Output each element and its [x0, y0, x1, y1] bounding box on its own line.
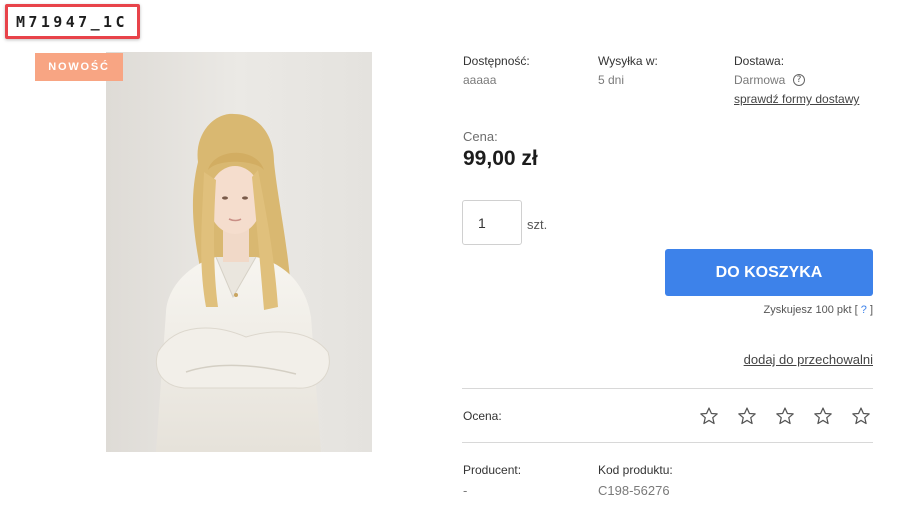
- product-sku: M71947_1C: [16, 12, 128, 31]
- help-icon[interactable]: ?: [793, 74, 805, 86]
- product-photo-illustration: [106, 52, 372, 452]
- availability-value: aaaaa: [463, 73, 497, 87]
- star-icon[interactable]: [849, 404, 873, 428]
- price-label: Cena:: [463, 129, 498, 144]
- star-icon[interactable]: [811, 404, 835, 428]
- loyalty-points: Zyskujesz 100 pkt [ ? ]: [764, 304, 873, 316]
- rating-stars: [697, 404, 873, 428]
- rating-label: Ocena:: [463, 409, 502, 423]
- product-code-value: C198-56276: [598, 483, 670, 498]
- sku-highlight-box: M71947_1C: [5, 4, 140, 39]
- delivery-label: Dostawa:: [734, 54, 785, 68]
- star-icon[interactable]: [735, 404, 759, 428]
- points-help-link[interactable]: ?: [861, 304, 867, 316]
- star-icon[interactable]: [773, 404, 797, 428]
- price-value: 99,00 zł: [463, 147, 538, 170]
- product-code-label: Kod produktu:: [598, 463, 673, 477]
- delivery-options-link[interactable]: sprawdź formy dostawy: [734, 92, 859, 106]
- product-image[interactable]: [106, 52, 372, 452]
- points-text: Zyskujesz 100 pkt [: [763, 304, 858, 316]
- star-icon[interactable]: [697, 404, 721, 428]
- add-to-cart-button[interactable]: DO KOSZYKA: [665, 249, 873, 296]
- availability-label: Dostępność:: [463, 54, 530, 68]
- points-bracket: ]: [869, 304, 873, 316]
- producer-value: -: [463, 483, 468, 498]
- new-badge: NOWOŚĆ: [35, 53, 123, 81]
- quantity-unit: szt.: [527, 217, 548, 232]
- divider-top: [462, 388, 873, 389]
- quantity-input[interactable]: [462, 200, 522, 245]
- shipping-label: Wysyłka w:: [598, 54, 658, 68]
- delivery-value: Darmowa: [734, 73, 786, 87]
- shipping-value: 5 dni: [598, 73, 625, 87]
- add-to-wishlist-link[interactable]: dodaj do przechowalni: [744, 352, 873, 367]
- producer-label: Producent:: [463, 463, 522, 477]
- divider-bottom: [462, 442, 873, 443]
